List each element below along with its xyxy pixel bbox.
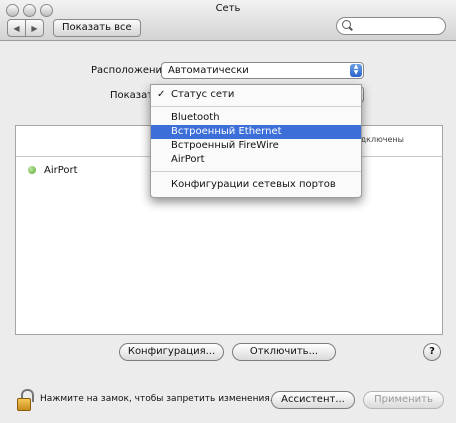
network-preferences-window: Сеть ◀ ▶ Показать все Расположение: Авто…: [0, 0, 456, 423]
window-title: Сеть: [215, 3, 241, 14]
show-all-button[interactable]: Показать все: [53, 19, 141, 37]
menu-item-port-configurations[interactable]: Конфигурации сетевых портов: [151, 178, 361, 192]
navigation-buttons: ◀ ▶: [7, 19, 44, 37]
search-icon: [342, 20, 351, 29]
menu-item-builtin-ethernet[interactable]: Встроенный Ethernet: [151, 125, 361, 139]
service-status: дключены: [360, 135, 404, 144]
apply-button[interactable]: Применить: [363, 391, 444, 409]
popup-arrows-icon: ▲▼: [350, 64, 362, 77]
forward-button[interactable]: ▶: [25, 20, 43, 36]
menu-separator: [151, 106, 361, 107]
assistant-button[interactable]: Ассистент...: [271, 391, 355, 409]
menu-item-bluetooth[interactable]: Bluetooth: [151, 111, 361, 125]
location-popup[interactable]: Автоматически ▲ ▼: [161, 62, 364, 79]
service-name: AirPort: [44, 164, 78, 176]
configure-button[interactable]: Конфигурация...: [119, 343, 224, 361]
menu-separator: [151, 171, 361, 172]
lock-message: Нажмите на замок, чтобы запретить измене…: [40, 394, 273, 404]
disconnect-button[interactable]: Отключить...: [232, 343, 336, 361]
back-arrow-icon: ◀: [13, 23, 20, 33]
menu-item-network-status[interactable]: Статус сети: [151, 88, 361, 102]
location-value: Автоматически: [168, 65, 249, 76]
back-button[interactable]: ◀: [8, 20, 25, 36]
status-indicator-icon: [28, 166, 36, 174]
menu-item-airport[interactable]: AirPort: [151, 153, 361, 167]
forward-arrow-icon: ▶: [31, 23, 38, 33]
location-label: Расположение:: [91, 65, 172, 76]
search-field[interactable]: [336, 17, 446, 35]
show-dropdown-menu: Статус сети Bluetooth Встроенный Etherne…: [150, 84, 362, 198]
menu-item-builtin-firewire[interactable]: Встроенный FireWire: [151, 139, 361, 153]
lock-icon[interactable]: [17, 389, 34, 411]
help-button[interactable]: ?: [423, 343, 441, 361]
toolbar: Сеть ◀ ▶ Показать все: [0, 0, 456, 41]
